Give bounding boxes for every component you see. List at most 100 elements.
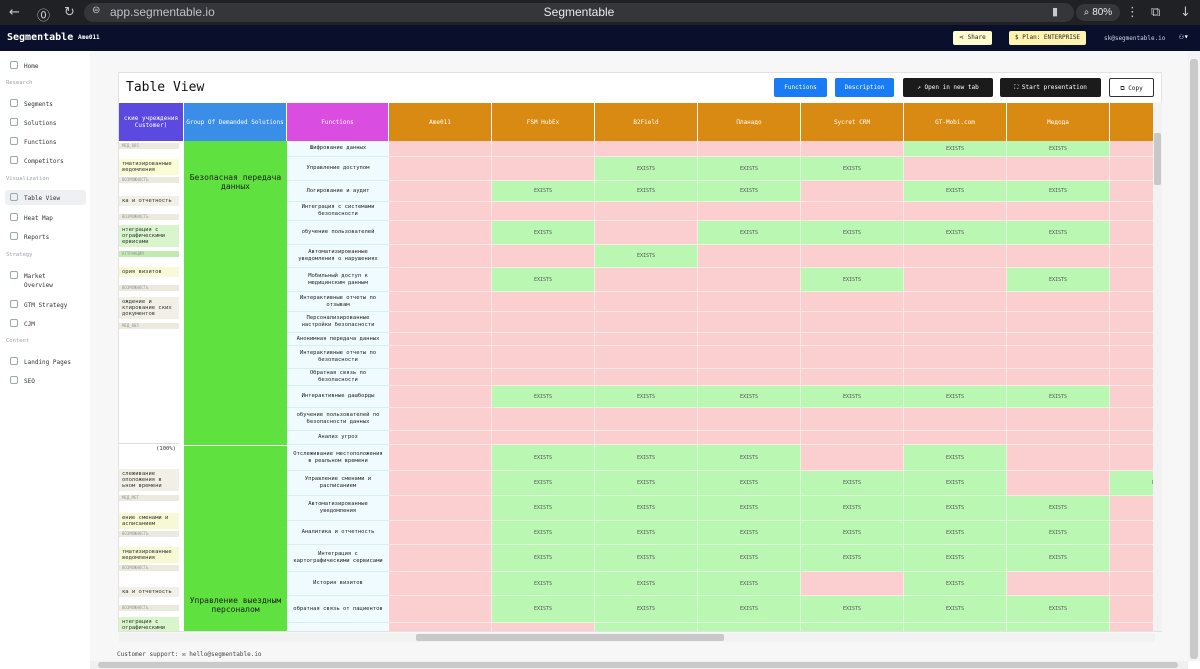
matrix-cell[interactable]: EXISTS [698,471,801,496]
matrix-cell[interactable]: EXISTS [801,596,904,623]
bookmark-icon[interactable]: ▮ [1052,5,1058,18]
matrix-cell[interactable]: EXISTS [492,471,595,496]
matrix-cell[interactable] [1007,369,1110,386]
column-header-customer[interactable]: ские учреждения Customer) [119,103,184,141]
address-bar[interactable]: ⊜ app.segmentable.io Segmentable ▮ [84,3,1074,22]
matrix-cell[interactable] [1007,346,1110,369]
sidebar-item-table-view[interactable]: Table View [5,190,86,205]
matrix-cell[interactable]: EXISTS [698,445,801,471]
matrix-cell[interactable] [904,333,1007,346]
function-cell[interactable]: Персонализированные настройки безопаснос… [287,312,389,333]
matrix-cell[interactable] [595,312,698,333]
support-email-link[interactable]: hello@segmentable.io [189,651,261,658]
function-cell[interactable]: Отслеживание местоположения в реальном в… [287,445,389,471]
matrix-cell[interactable] [595,431,698,445]
extension-icon[interactable]: ⓪ [37,5,50,24]
sidebar-item-competitors[interactable]: Competitors [5,153,86,168]
customer-snippet[interactable]: тматизированные ведомления [119,159,179,175]
matrix-cell[interactable]: EXISTS [698,386,801,408]
matrix-cell[interactable]: EXISTS [698,181,801,202]
function-cell[interactable]: Интерактивные отчеты по безопасности [287,346,389,369]
matrix-cell[interactable] [1110,245,1155,268]
matrix-cell[interactable] [595,408,698,431]
matrix-cell[interactable] [698,202,801,221]
matrix-cell[interactable] [801,333,904,346]
matrix-cell[interactable]: EXISTS [595,521,698,545]
matrix-cell[interactable] [389,245,492,268]
user-menu-icon[interactable]: ⚇▾ [1179,32,1189,41]
matrix-cell[interactable] [389,202,492,221]
customer-snippet[interactable]: ория визитов [119,267,179,277]
customer-snippet[interactable]: ение сменами и аспис­анием [119,513,179,529]
function-cell[interactable]: обратная связь от пациентов [287,596,389,623]
group-cell[interactable]: Безопасная передача данных [184,141,287,445]
sidebar-item-landing-pages[interactable]: Landing Pages [5,354,86,369]
matrix-cell[interactable]: EXISTS [595,245,698,268]
column-header-competitor[interactable]: Медода [1007,103,1110,141]
matrix-cell[interactable]: EXISTS [595,596,698,623]
matrix-cell[interactable] [492,346,595,369]
matrix-cell[interactable]: EXISTS [698,545,801,572]
matrix-cell[interactable] [1110,521,1155,545]
matrix-cell[interactable]: EXISTS [1007,141,1110,157]
matrix-cell[interactable]: EXISTS [904,141,1007,157]
function-cell[interactable]: обучение пользователей по безопасности д… [287,408,389,431]
matrix-cell[interactable] [492,202,595,221]
matrix-cell[interactable]: EXISTS [698,496,801,521]
column-header-competitor[interactable]: Ame011 [389,103,492,141]
function-cell[interactable]: обучение пользователей [287,221,389,245]
matrix-cell[interactable] [1110,312,1155,333]
download-icon[interactable]: ↓ [1180,5,1191,20]
matrix-cell[interactable] [1110,623,1155,631]
matrix-cell[interactable] [801,369,904,386]
matrix-cell[interactable] [389,596,492,623]
matrix-cell[interactable] [698,333,801,346]
customer-snippet[interactable]: нтеграция с ографическими ервисами [119,225,179,247]
matrix-cell[interactable]: EXISTS [1007,623,1110,631]
matrix-cell[interactable] [389,157,492,181]
brand-logo[interactable]: Segmentable [7,32,73,43]
matrix-cell[interactable]: EXISTS [492,386,595,408]
matrix-cell[interactable]: EXISTS [801,521,904,545]
customer-snippet[interactable]: нтеграция с ографическими [119,617,179,631]
matrix-cell[interactable]: EXISTS [1007,545,1110,572]
matrix-cell[interactable] [389,471,492,496]
matrix-cell[interactable] [904,312,1007,333]
matrix-cell[interactable] [801,141,904,157]
matrix-cell[interactable] [1110,268,1155,292]
matrix-cell[interactable] [492,157,595,181]
matrix-cell[interactable]: EXISTS [595,496,698,521]
matrix-cell[interactable]: EXISTS [698,157,801,181]
column-header-competitor[interactable]: Az [1110,103,1155,141]
extensions-icon[interactable]: ⧉ [1151,5,1160,20]
matrix-cell[interactable] [1110,157,1155,181]
matrix-cell[interactable]: EXISTS [904,181,1007,202]
matrix-cell[interactable] [389,545,492,572]
function-cell[interactable]: Логирование и аудит [287,181,389,202]
matrix-cell[interactable] [492,141,595,157]
matrix-cell[interactable]: EXISTS [904,521,1007,545]
customer-snippet[interactable]: (100%) [119,443,179,454]
matrix-cell[interactable] [1110,596,1155,623]
matrix-cell[interactable] [698,268,801,292]
matrix-cell[interactable] [904,346,1007,369]
matrix-cell[interactable]: EXISTS [904,221,1007,245]
matrix-cell[interactable] [595,268,698,292]
matrix-cell[interactable] [492,292,595,312]
matrix-cell[interactable] [389,496,492,521]
matrix-cell[interactable] [801,202,904,221]
zoom-indicator[interactable]: ⌕ 80% [1076,4,1120,21]
function-cell[interactable]: Автоматизированные уведомления о нарушен… [287,245,389,268]
matrix-cell[interactable] [801,346,904,369]
function-cell[interactable]: Интерактивные отчеты по отзывам [287,292,389,312]
matrix-cell[interactable] [595,141,698,157]
matrix-cell[interactable] [389,369,492,386]
matrix-cell[interactable] [389,445,492,471]
matrix-cell[interactable] [1110,386,1155,408]
copy-button[interactable]: ⧉ Copy [1109,78,1154,97]
matrix-cell[interactable] [904,268,1007,292]
sidebar-item-home[interactable]: Home [5,58,86,73]
matrix-cell[interactable] [698,408,801,431]
matrix-cell[interactable] [1007,245,1110,268]
sidebar-item-market-overview[interactable]: Market Overview [5,268,86,290]
